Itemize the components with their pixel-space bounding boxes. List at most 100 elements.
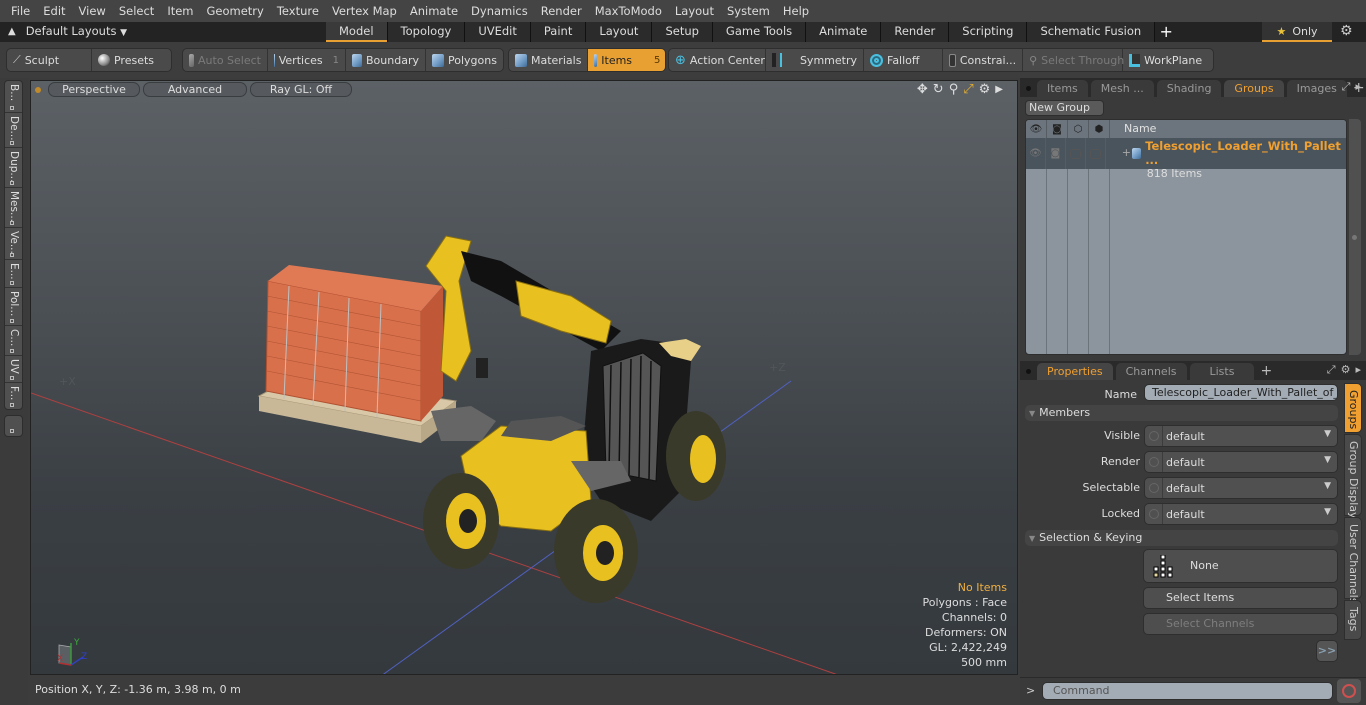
visibility-eye-icon[interactable]: 👁: [1026, 120, 1047, 138]
tab-animate[interactable]: Animate: [806, 22, 882, 42]
menu-view[interactable]: View: [68, 4, 106, 18]
zoom-icon[interactable]: ⚲: [949, 82, 959, 97]
menu-system[interactable]: System: [716, 4, 770, 18]
chevron-right-icon[interactable]: ▶: [995, 82, 1003, 97]
raygl-toggle[interactable]: Ray GL: Off: [250, 82, 352, 97]
name-field[interactable]: Telescopic_Loader_With_Pallet_of_Bri: [1144, 384, 1338, 401]
more-button[interactable]: >>: [1316, 640, 1338, 662]
vtab-duplicate[interactable]: Dup...: [5, 148, 22, 188]
gear-icon[interactable]: ⚙: [1341, 363, 1351, 377]
tab-images[interactable]: Images: [1286, 80, 1347, 97]
menu-render[interactable]: Render: [530, 4, 582, 18]
workplane-button[interactable]: WorkPlane: [1123, 49, 1213, 71]
vtab-uv[interactable]: UV: [5, 356, 22, 383]
menu-geometry[interactable]: Geometry: [196, 4, 264, 18]
tab-render[interactable]: Render: [881, 22, 950, 42]
tab-game-tools[interactable]: Game Tools: [712, 22, 807, 42]
collapse-up-icon[interactable]: ▲: [8, 26, 16, 37]
constraints-button[interactable]: Constrai...: [943, 49, 1024, 71]
gear-icon[interactable]: ⚙: [1340, 23, 1353, 39]
tab-model[interactable]: Model: [326, 22, 388, 42]
tab-paint[interactable]: Paint: [530, 22, 587, 42]
vtab-extra[interactable]: [4, 415, 23, 437]
items-button[interactable]: Items 5: [588, 49, 665, 71]
sidetab-group-display[interactable]: Group Display: [1344, 434, 1362, 519]
vtab-polygon[interactable]: Pol...: [5, 288, 22, 326]
members-section[interactable]: ▼ Members: [1025, 405, 1338, 421]
menu-help[interactable]: Help: [772, 4, 809, 18]
add-tab-icon[interactable]: +: [1260, 363, 1272, 380]
groups-scrollbar[interactable]: [1349, 119, 1361, 355]
rotate-icon[interactable]: ↻: [933, 82, 944, 97]
group-row[interactable]: 👁 ◙ + Telescopic_Loader_With_Pallet ... …: [1026, 138, 1346, 180]
3d-viewport[interactable]: Perspective Advanced Ray GL: Off ✥ ↻ ⚲ ⤢…: [30, 80, 1018, 675]
menu-texture[interactable]: Texture: [266, 4, 319, 18]
new-group-button[interactable]: New Group: [1025, 100, 1104, 116]
row-select-toggle[interactable]: [1069, 148, 1081, 159]
command-input[interactable]: Command: [1042, 682, 1333, 700]
selectable-dropdown[interactable]: default ▼: [1144, 477, 1338, 499]
falloff-button[interactable]: Falloff: [864, 49, 944, 71]
hierarchy-none-button[interactable]: None: [1143, 549, 1338, 583]
presets-button[interactable]: Presets: [92, 49, 171, 71]
visible-dropdown[interactable]: default ▼: [1144, 425, 1338, 447]
tab-topology[interactable]: Topology: [387, 22, 466, 42]
row-lock-toggle[interactable]: [1089, 148, 1101, 159]
select-channels-button[interactable]: Select Channels: [1143, 613, 1338, 635]
sidetab-tags[interactable]: Tags: [1344, 600, 1362, 640]
boundary-button[interactable]: Boundary: [346, 49, 426, 71]
select-items-button[interactable]: Select Items: [1143, 587, 1338, 609]
vtab-basic[interactable]: B...: [5, 81, 22, 113]
menu-select[interactable]: Select: [108, 4, 154, 18]
locked-dropdown[interactable]: default ▼: [1144, 503, 1338, 525]
expand-icon[interactable]: ⤢: [1342, 80, 1351, 94]
tab-scripting[interactable]: Scripting: [949, 22, 1028, 42]
tab-setup[interactable]: Setup: [652, 22, 713, 42]
sidetab-user-channels[interactable]: User Channels: [1344, 517, 1362, 603]
select-cube-icon[interactable]: ⬡: [1068, 120, 1089, 138]
chevron-right-icon[interactable]: ▸: [1355, 363, 1361, 377]
vtab-curve[interactable]: C...: [5, 326, 22, 356]
row-visibility-icon[interactable]: 👁: [1026, 138, 1046, 169]
perspective-dropdown[interactable]: Perspective: [48, 82, 140, 97]
vtab-edge[interactable]: E...: [5, 260, 22, 288]
menu-dynamics[interactable]: Dynamics: [460, 4, 528, 18]
viewport-menu-dot[interactable]: [35, 86, 41, 93]
tab-groups[interactable]: Groups: [1224, 80, 1284, 97]
layouts-dropdown[interactable]: ▲ Default Layouts ▼: [8, 24, 127, 38]
maximize-icon[interactable]: ⤢: [963, 82, 973, 97]
vtab-fusion[interactable]: F...: [5, 383, 22, 409]
menu-layout[interactable]: Layout: [664, 4, 714, 18]
select-through-button[interactable]: ⚲ Select Through: [1023, 49, 1124, 71]
chevron-right-icon[interactable]: ▸: [1355, 80, 1361, 94]
menu-maxtomodo[interactable]: MaxToModo: [584, 4, 662, 18]
record-macro-button[interactable]: [1337, 679, 1361, 703]
vertices-button[interactable]: Vertices 1: [268, 49, 346, 71]
auto-select-button[interactable]: Auto Select: [183, 49, 268, 71]
selection-keying-section[interactable]: ▼ Selection & Keying: [1025, 530, 1338, 546]
lock-cube-icon[interactable]: ⬢: [1089, 120, 1110, 138]
action-center-button[interactable]: ⊕ Action Center: [669, 49, 766, 71]
menu-animate[interactable]: Animate: [399, 4, 458, 18]
sidetab-groups[interactable]: Groups: [1344, 383, 1362, 433]
tab-channels[interactable]: Channels: [1115, 363, 1187, 380]
tab-schematic-fusion[interactable]: Schematic Fusion: [1027, 22, 1156, 42]
shading-dropdown[interactable]: Advanced: [143, 82, 247, 97]
tab-properties[interactable]: Properties: [1037, 363, 1113, 380]
symmetry-button[interactable]: Symmetry: [766, 49, 864, 71]
tab-shading[interactable]: Shading: [1156, 80, 1222, 97]
materials-button[interactable]: Materials: [509, 49, 589, 71]
tab-layout[interactable]: Layout: [586, 22, 653, 42]
row-render-icon[interactable]: ◙: [1046, 138, 1066, 169]
vtab-vertex[interactable]: Ve...: [5, 228, 22, 260]
render-dropdown[interactable]: default ▼: [1144, 451, 1338, 473]
only-filter-button[interactable]: ★ Only: [1262, 22, 1332, 42]
menu-item[interactable]: Item: [156, 4, 193, 18]
expand-plus-icon[interactable]: +: [1122, 146, 1131, 159]
add-tab-button[interactable]: +: [1155, 22, 1177, 42]
tab-uvedit[interactable]: UVEdit: [465, 22, 531, 42]
render-camera-icon[interactable]: ◙: [1047, 120, 1068, 138]
menu-edit[interactable]: Edit: [32, 4, 65, 18]
vtab-mesh-edit[interactable]: Mes...: [5, 188, 22, 228]
pan-icon[interactable]: ✥: [917, 82, 928, 97]
